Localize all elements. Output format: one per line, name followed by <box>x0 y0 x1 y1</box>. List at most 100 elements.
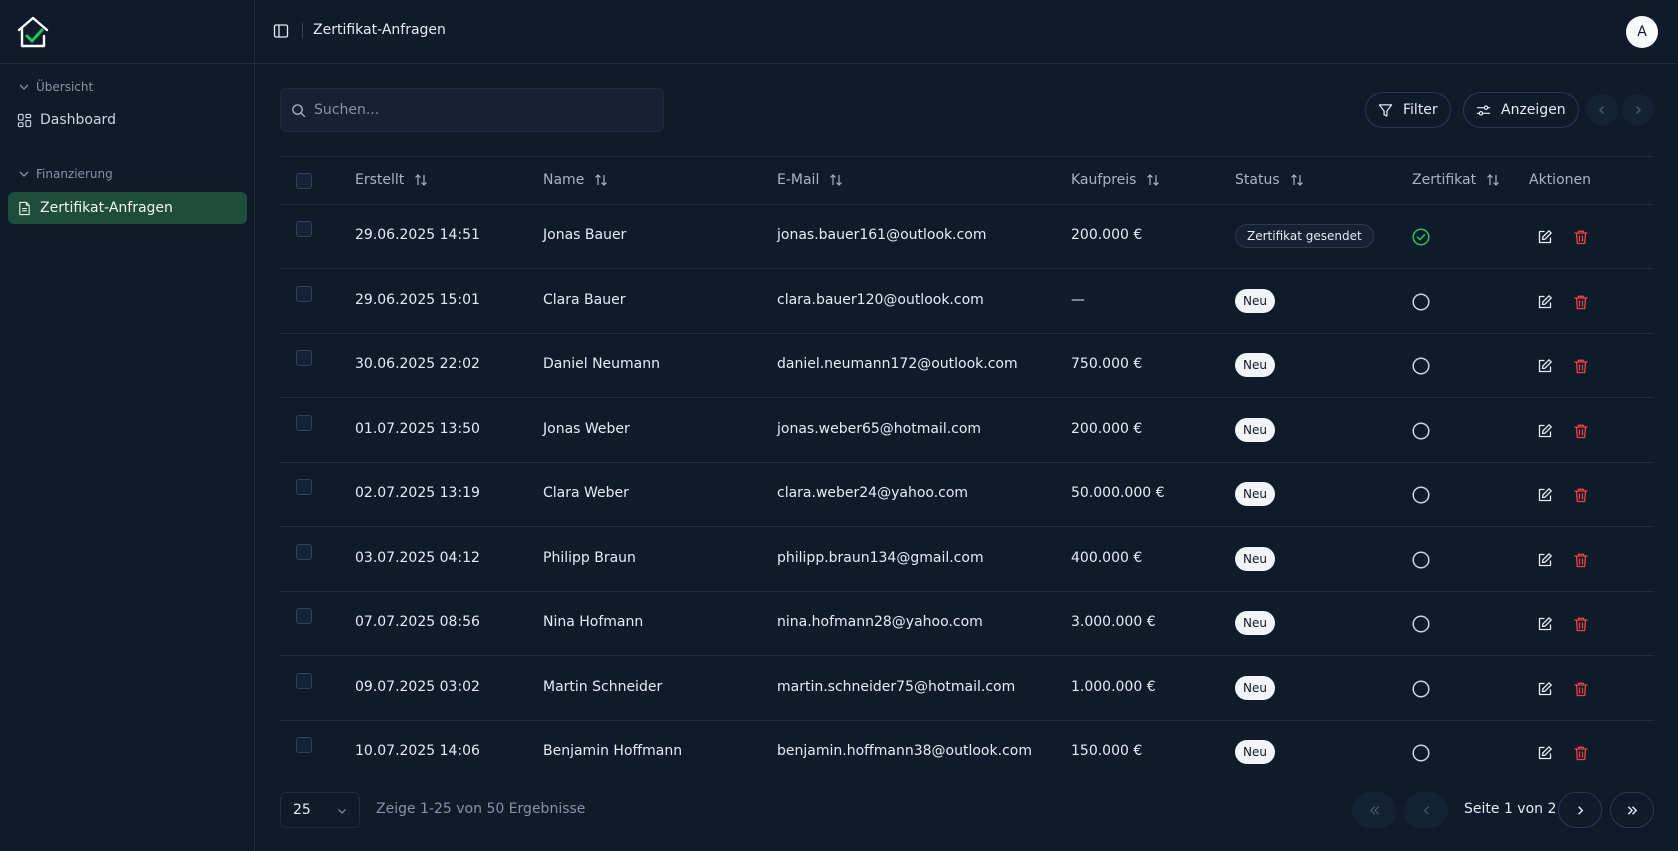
row-checkbox[interactable] <box>296 543 312 560</box>
trash-icon[interactable] <box>1573 552 1589 568</box>
created-cell: 07.07.2025 08:56 <box>355 614 480 630</box>
search-box <box>280 88 664 132</box>
price-cell: 200.000 € <box>1071 420 1143 437</box>
trash-icon[interactable] <box>1573 229 1589 245</box>
first-page-button[interactable] <box>1352 792 1396 828</box>
edit-icon[interactable] <box>1537 487 1553 503</box>
requests-table: Erstellt Name E-Mail Kaufpreis Status Ze… <box>280 156 1654 768</box>
chevron-down-icon <box>19 84 29 90</box>
price-cell: 3.000.000 € <box>1071 614 1156 630</box>
nav-group-uebersicht[interactable]: Übersicht <box>18 80 93 94</box>
row-checkbox[interactable] <box>296 479 312 495</box>
edit-icon[interactable] <box>1537 552 1553 568</box>
column-header-label: Zertifikat <box>1412 172 1477 188</box>
row-checkbox[interactable] <box>296 672 312 689</box>
previous-page-button[interactable] <box>1404 792 1448 828</box>
table-row[interactable]: 02.07.2025 13:19 Clara Weber clara.weber24… <box>280 463 1654 527</box>
row-checkbox[interactable] <box>296 414 312 431</box>
name-cell: Jonas Bauer <box>543 227 627 243</box>
table-row[interactable]: 10.07.2025 14:06 Benjamin Hoffmann benjami… <box>280 721 1654 768</box>
sliders-icon <box>1476 104 1491 116</box>
table-row[interactable]: 03.07.2025 04:12 Philipp Braun philipp.bra… <box>280 528 1654 592</box>
house-check-logo-icon[interactable] <box>16 16 50 48</box>
price-cell: 400.000 € <box>1071 549 1143 566</box>
page-size-select[interactable]: 25 <box>280 792 360 828</box>
created-cell: 01.07.2025 13:50 <box>355 420 480 437</box>
row-checkbox[interactable] <box>296 285 312 302</box>
edit-icon[interactable] <box>1537 681 1553 697</box>
table-row[interactable]: 07.07.2025 08:56 Nina Hofmann nina.hofmann… <box>280 592 1654 656</box>
empty-circle-icon <box>1412 550 1430 569</box>
trash-icon[interactable] <box>1573 616 1589 632</box>
edit-icon[interactable] <box>1537 358 1553 374</box>
status-badge: Zertifikat gesendet <box>1235 224 1374 248</box>
price-cell: 150.000 € <box>1071 743 1143 759</box>
row-checkbox[interactable] <box>296 608 312 624</box>
price-cell: 750.000 € <box>1071 356 1143 372</box>
empty-circle-icon <box>1412 744 1430 762</box>
sort-icon <box>595 174 608 186</box>
trash-icon[interactable] <box>1573 745 1589 761</box>
column-header-status[interactable]: Status <box>1235 172 1304 188</box>
avatar[interactable]: A <box>1626 16 1658 48</box>
scroll-right-button[interactable] <box>1622 94 1654 126</box>
next-page-button[interactable] <box>1558 792 1602 828</box>
nav-group-finanzierung[interactable]: Finanzierung <box>18 167 113 181</box>
edit-icon[interactable] <box>1537 745 1553 761</box>
table-row[interactable]: 01.07.2025 13:50 Jonas Weber jonas.weber65… <box>280 399 1654 463</box>
trash-icon[interactable] <box>1573 358 1589 374</box>
email-cell: jonas.bauer161@outlook.com <box>777 227 987 243</box>
column-header-zertifikat[interactable]: Zertifikat <box>1412 172 1500 188</box>
column-header-email[interactable]: E-Mail <box>777 172 843 188</box>
trash-icon[interactable] <box>1573 487 1589 503</box>
chevrons-right-icon <box>1627 805 1637 815</box>
chevron-down-icon <box>19 171 29 177</box>
trash-icon[interactable] <box>1573 423 1589 439</box>
empty-circle-icon <box>1412 357 1430 375</box>
column-header-erstellt[interactable]: Erstellt <box>355 172 428 188</box>
created-cell: 30.06.2025 22:02 <box>355 356 480 372</box>
select-all-checkbox[interactable] <box>296 173 312 189</box>
created-cell: 29.06.2025 15:01 <box>355 291 480 308</box>
created-cell: 29.06.2025 14:51 <box>355 227 480 243</box>
sidebar-item-zertifikat-anfragen[interactable]: Zertifikat-Anfragen <box>8 192 247 224</box>
table-row[interactable]: 30.06.2025 22:02 Daniel Neumann daniel.neu… <box>280 334 1654 398</box>
column-header-name[interactable]: Name <box>543 172 608 188</box>
price-cell: 200.000 € <box>1071 227 1143 243</box>
scroll-left-button[interactable] <box>1586 94 1618 126</box>
view-options-button-label: Anzeigen <box>1501 102 1566 118</box>
row-checkbox[interactable] <box>296 350 312 366</box>
row-checkbox[interactable] <box>296 737 312 753</box>
edit-icon[interactable] <box>1537 294 1553 310</box>
trash-icon[interactable] <box>1573 294 1589 310</box>
edit-icon[interactable] <box>1537 229 1553 245</box>
name-cell: Clara Bauer <box>543 291 626 308</box>
empty-circle-icon <box>1412 615 1430 633</box>
chevron-left-icon <box>1599 106 1604 114</box>
search-input[interactable] <box>314 102 644 118</box>
results-summary: Zeige 1-25 von 50 Ergebnisse <box>376 801 586 817</box>
table-row[interactable]: 29.06.2025 14:51 Jonas Bauer jonas.bauer16… <box>280 205 1654 269</box>
chevron-right-icon <box>1636 106 1641 114</box>
status-badge: Neu <box>1235 675 1275 700</box>
sidebar-toggle-icon[interactable] <box>273 23 289 39</box>
edit-icon[interactable] <box>1537 423 1553 439</box>
sidebar-item-dashboard[interactable]: Dashboard <box>8 104 247 136</box>
last-page-button[interactable] <box>1610 792 1654 828</box>
sort-icon <box>830 174 843 186</box>
email-cell: benjamin.hoffmann38@outlook.com <box>777 743 1032 759</box>
column-header-label: Aktionen <box>1529 172 1591 188</box>
view-options-button[interactable]: Anzeigen <box>1463 92 1579 128</box>
column-header-label: Erstellt <box>355 172 405 188</box>
chevron-left-icon <box>1423 805 1429 815</box>
edit-icon[interactable] <box>1537 616 1553 632</box>
column-header-kaufpreis[interactable]: Kaufpreis <box>1071 172 1160 188</box>
status-badge: Neu <box>1235 740 1275 764</box>
table-row[interactable]: 29.06.2025 15:01 Clara Bauer clara.bauer12… <box>280 270 1654 334</box>
page-size-value: 25 <box>293 802 311 818</box>
table-row[interactable]: 09.07.2025 03:02 Martin Schneider martin.s… <box>280 657 1654 721</box>
row-checkbox[interactable] <box>296 221 312 237</box>
filter-button[interactable]: Filter <box>1365 92 1451 128</box>
trash-icon[interactable] <box>1573 681 1589 697</box>
document-icon <box>19 201 30 215</box>
